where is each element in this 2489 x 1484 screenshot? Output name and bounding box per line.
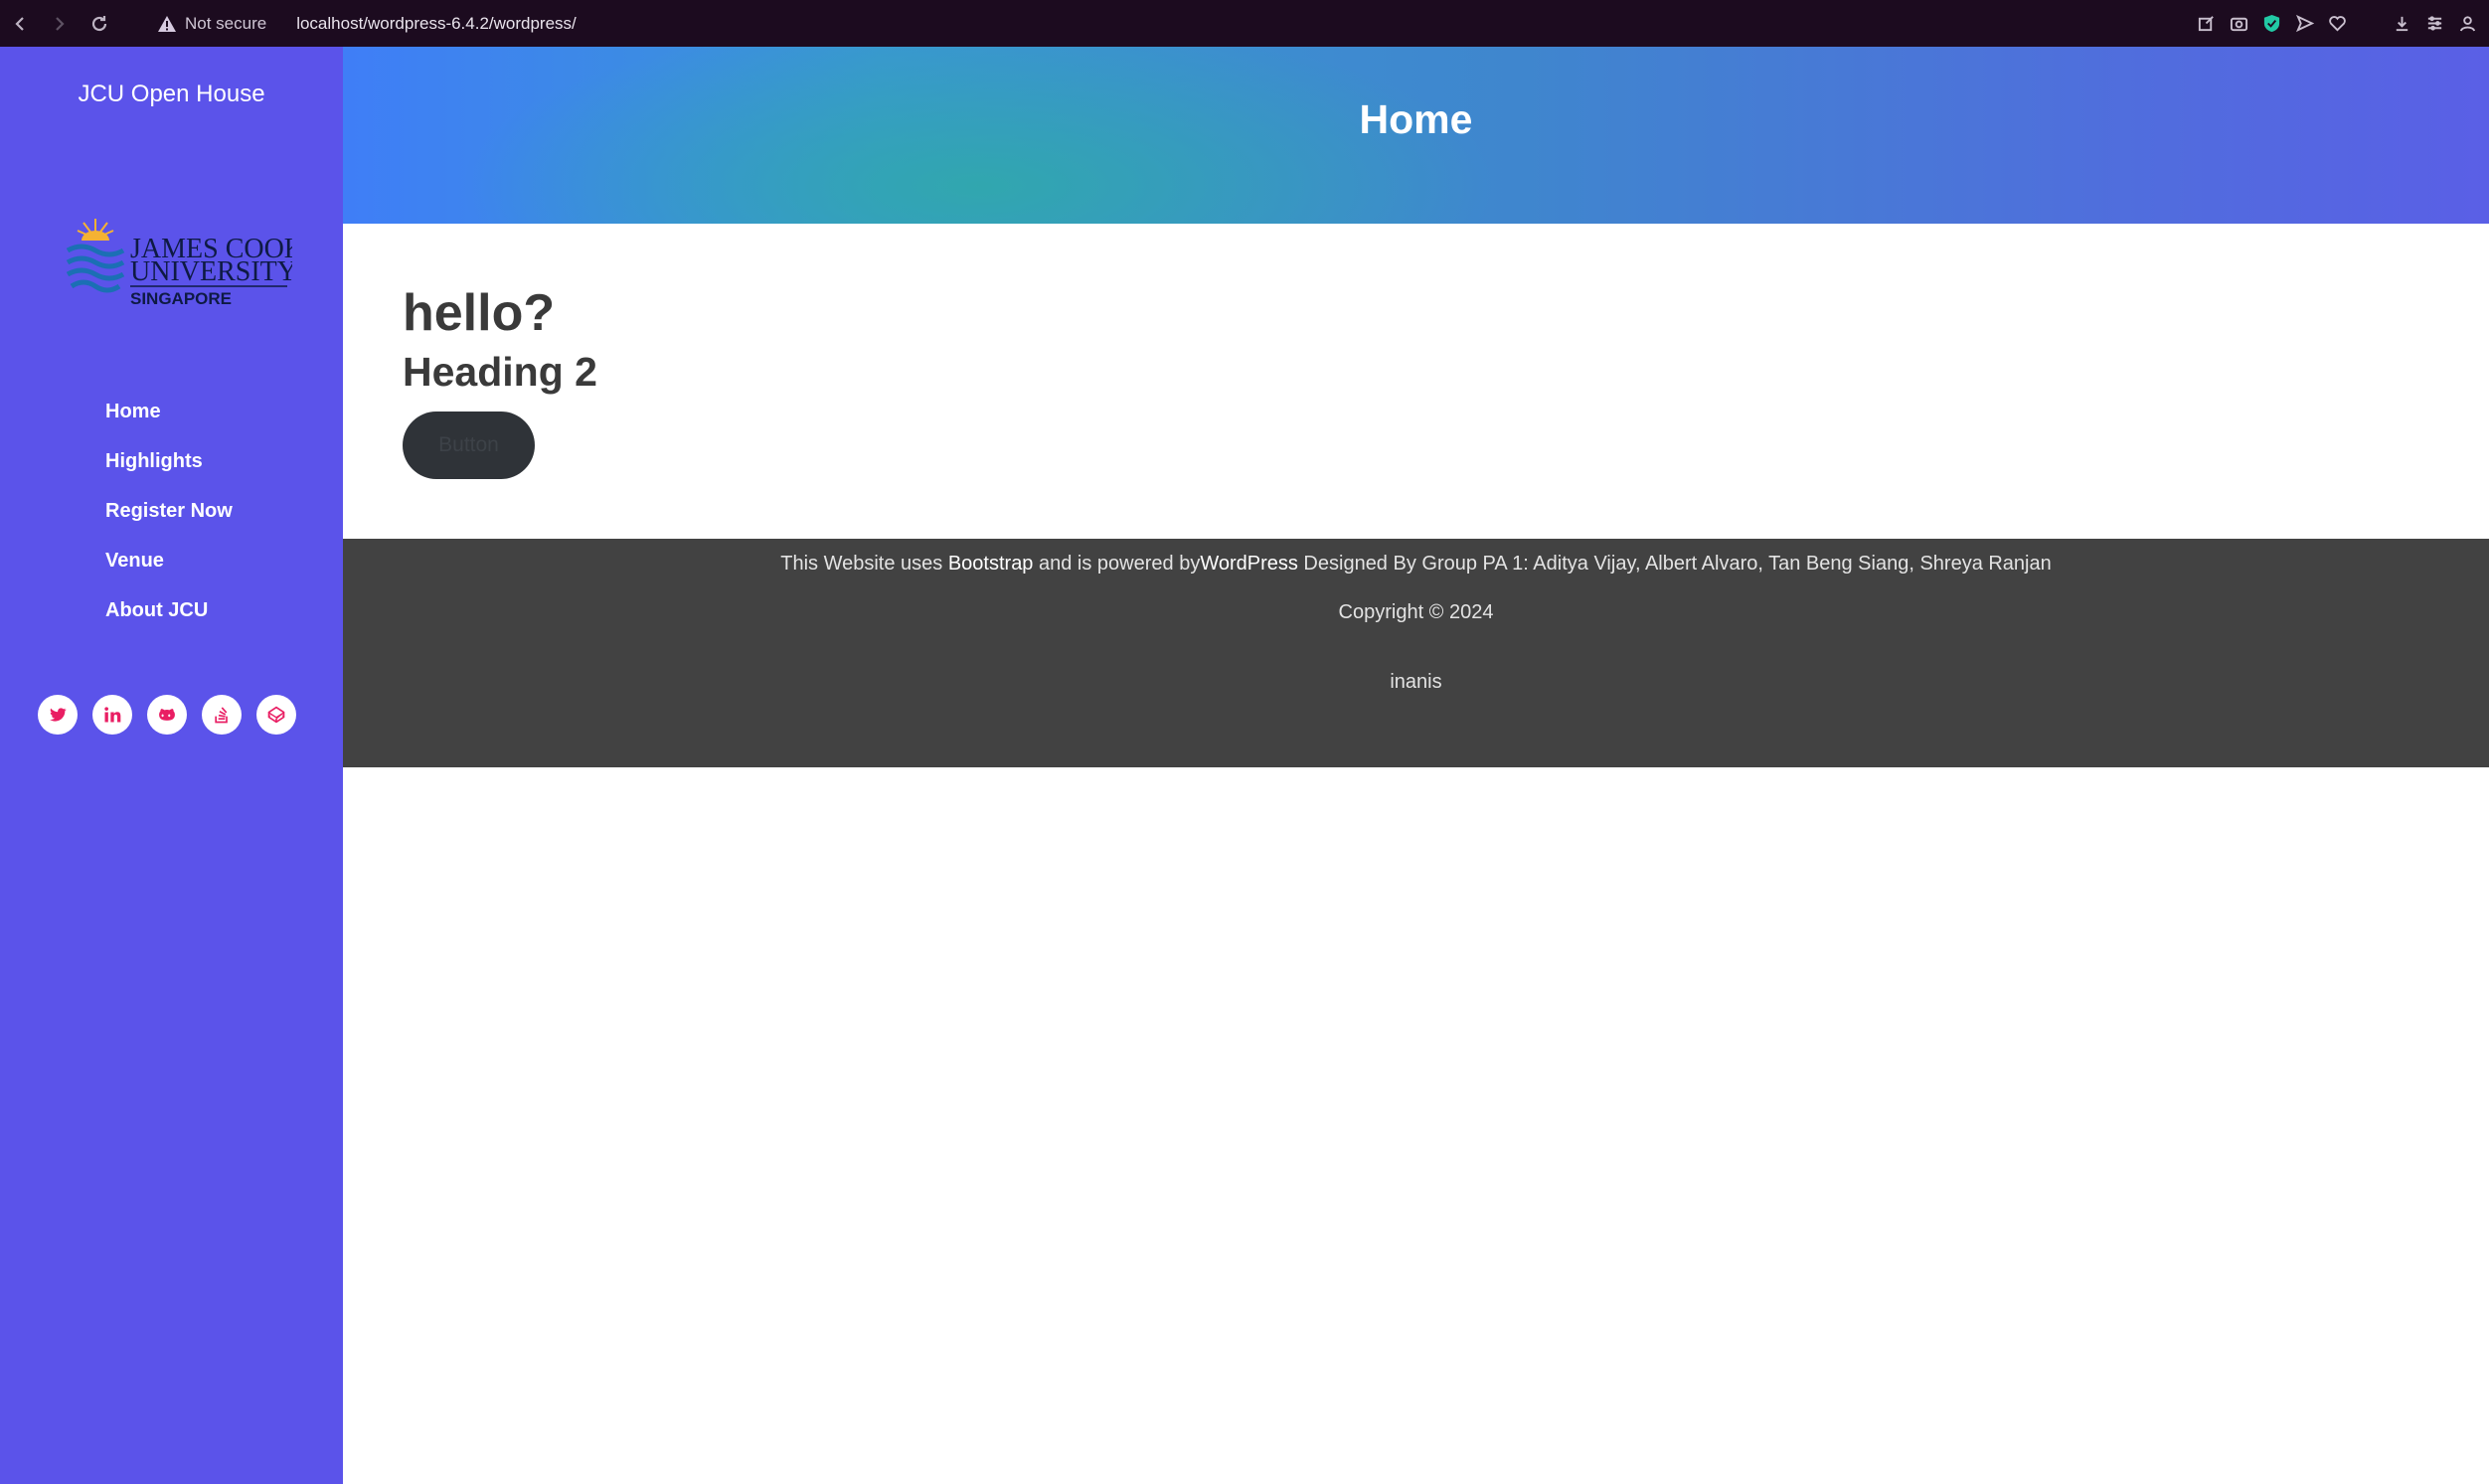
sidebar-nav: Home Highlights Register Now Venue About… [105,397,233,645]
content-button[interactable]: Button [403,412,535,479]
page-title: Home [1359,96,1473,142]
edit-icon[interactable] [2197,14,2216,33]
twitter-link[interactable] [38,695,78,735]
sliders-icon[interactable] [2425,14,2444,33]
footer-copyright: Copyright © 2024 [1338,601,1494,623]
nav-item-register-now[interactable]: Register Now [105,496,233,546]
bootstrap-link[interactable]: Bootstrap [948,553,1034,575]
github-link[interactable] [147,695,187,735]
back-button[interactable] [0,0,40,47]
footer-credits: This Website uses Bootstrap and is power… [343,553,2489,576]
linkedin-link[interactable] [92,695,132,735]
footer-text-middle: and is powered by [1033,553,1201,575]
heading-2: Heading 2 [403,349,597,395]
browser-tools [2197,0,2477,47]
footer-text-prefix: This Website uses [780,553,948,575]
download-icon[interactable] [2393,14,2411,33]
nav-item-home[interactable]: Home [105,397,233,446]
forward-arrow-icon [56,16,65,31]
site-footer: This Website uses Bootstrap and is power… [343,539,2489,767]
send-icon[interactable] [2295,14,2314,33]
stackoverflow-icon [215,707,228,724]
sidebar: JCU Open House JAMES COOK UNIVERSITY SIN… [0,47,343,1484]
codepen-icon [267,706,285,724]
address-bar[interactable]: Not secure localhost/wordpress-6.4.2/wor… [157,0,577,47]
camera-icon[interactable] [2230,14,2248,33]
reload-button[interactable] [80,0,119,47]
linkedin-icon [104,707,121,723]
nav-item-about-jcu[interactable]: About JCU [105,595,233,645]
social-links [38,695,296,735]
codepen-link[interactable] [256,695,296,735]
footer-theme-name: inanis [1390,671,1442,693]
wordpress-link[interactable]: WordPress [1200,553,1298,575]
forward-button[interactable] [40,0,80,47]
warning-icon [158,15,176,32]
security-label[interactable]: Not secure [185,14,266,34]
page-header: Home [343,47,2489,224]
logo-line2: UNIVERSITY [130,256,292,287]
back-arrow-icon [15,16,24,31]
github-icon [159,709,175,721]
stackoverflow-link[interactable] [202,695,242,735]
main-content: hello? Heading 2 Button [403,278,597,479]
footer-text-suffix: Designed By Group PA 1: Aditya Vijay, Al… [1297,553,2052,575]
twitter-icon [50,708,67,722]
heart-icon[interactable] [2328,14,2347,33]
profile-icon[interactable] [2458,14,2477,33]
nav-item-highlights[interactable]: Highlights [105,446,233,496]
reload-icon [91,15,107,31]
url-text[interactable]: localhost/wordpress-6.4.2/wordpress/ [296,14,577,34]
site-title[interactable]: JCU Open House [0,81,343,108]
logo-line3: SINGAPORE [130,289,232,308]
nav-item-venue[interactable]: Venue [105,546,233,595]
browser-toolbar: Not secure localhost/wordpress-6.4.2/wor… [0,0,2489,47]
heading-1: hello? [403,284,556,342]
shield-icon[interactable] [2262,14,2281,33]
jcu-logo: JAMES COOK UNIVERSITY SINGAPORE [66,219,292,308]
